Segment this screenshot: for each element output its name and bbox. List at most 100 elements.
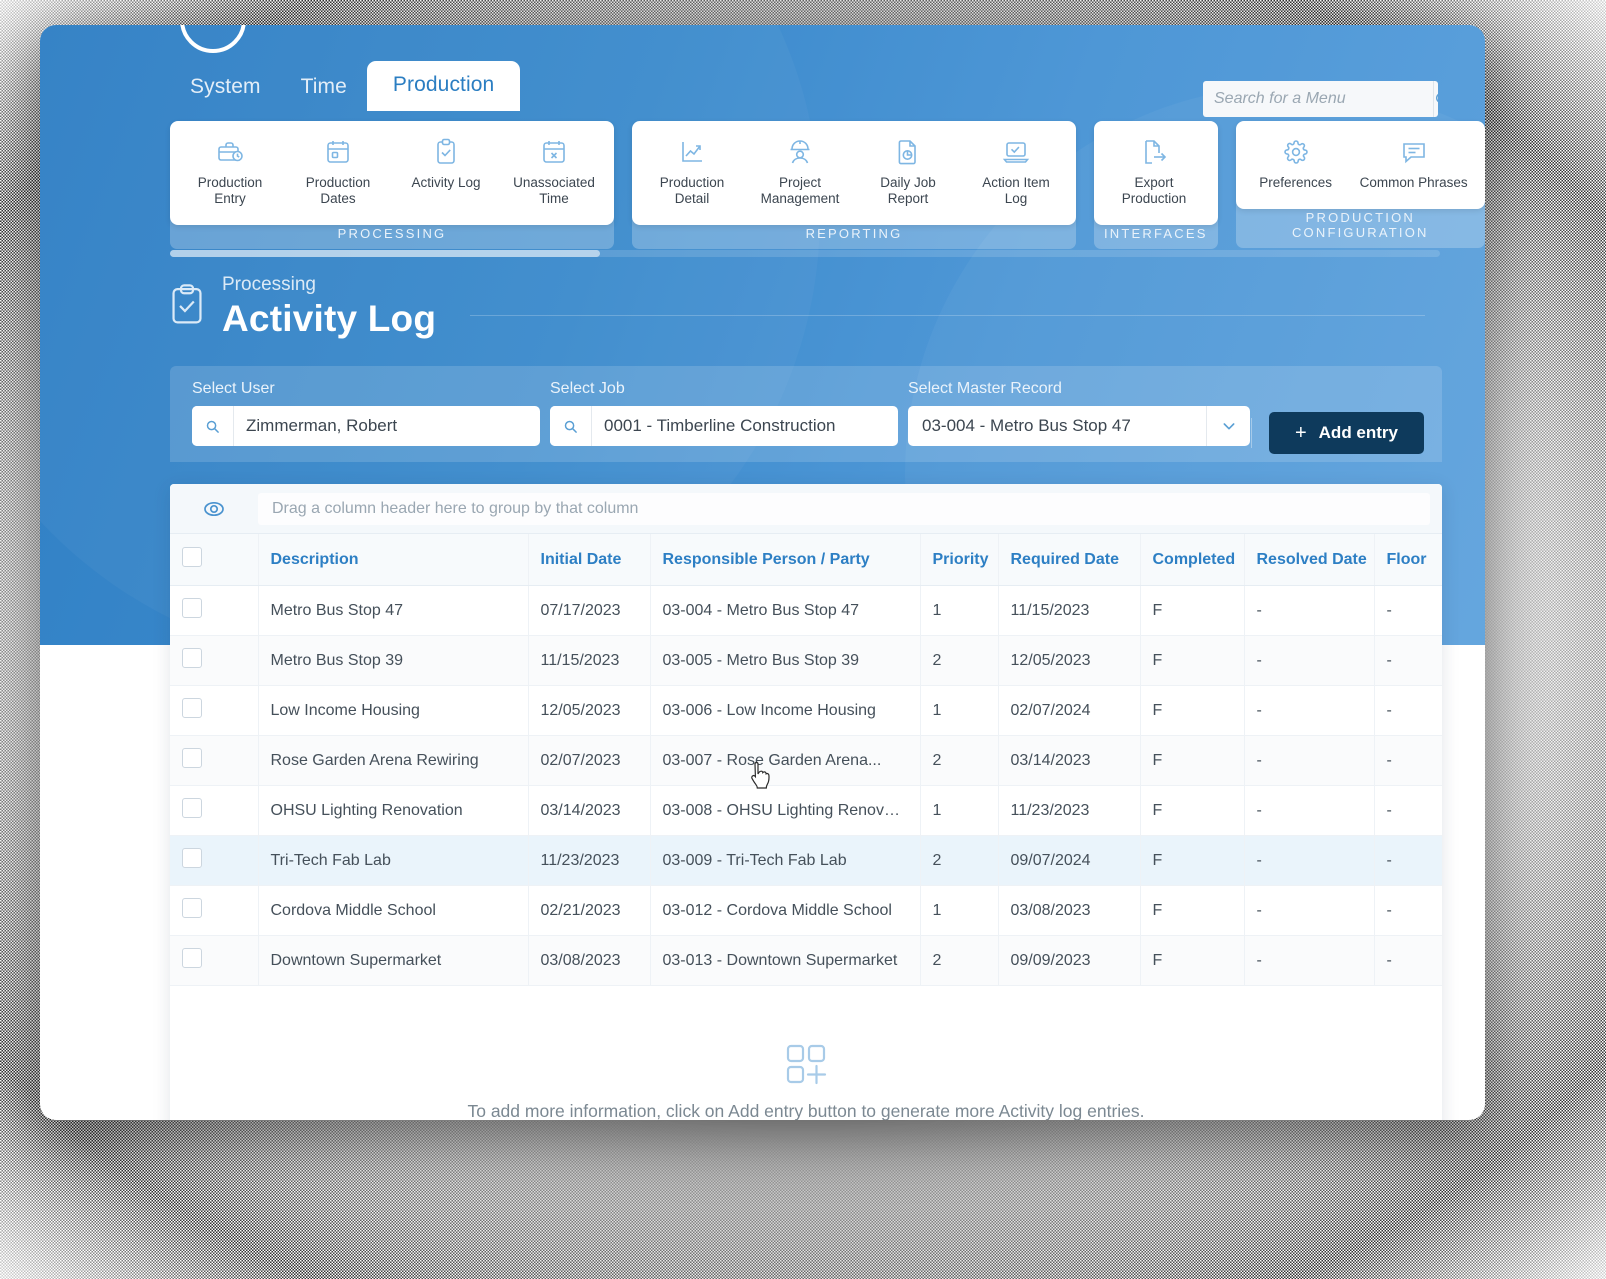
- calendar-icon: [325, 137, 351, 167]
- add-entry-button[interactable]: + Add entry: [1269, 412, 1424, 454]
- table-row[interactable]: Low Income Housing12/05/202303-006 - Low…: [170, 686, 1442, 736]
- cell-responsible: 03-004 - Metro Bus Stop 47: [650, 586, 920, 636]
- table-row[interactable]: Cordova Middle School02/21/202303-012 - …: [170, 886, 1442, 936]
- cell-completed: F: [1140, 736, 1244, 786]
- row-checkbox[interactable]: [182, 748, 202, 768]
- empty-state: To add more information, click on Add en…: [170, 1041, 1442, 1120]
- briefcase-clock-icon: [216, 137, 244, 167]
- cell-required-date: 09/07/2024: [998, 836, 1140, 886]
- table-row[interactable]: Downtown Supermarket03/08/202303-013 - D…: [170, 936, 1442, 986]
- cell-floor: -: [1374, 836, 1442, 886]
- group-by-placeholder: Drag a column header here to group by th…: [272, 500, 638, 518]
- table-row[interactable]: Tri-Tech Fab Lab11/23/202303-009 - Tri-T…: [170, 836, 1442, 886]
- search-icon[interactable]: [550, 406, 592, 446]
- tab-time[interactable]: Time: [281, 65, 367, 111]
- column-header-required-date[interactable]: Required Date: [998, 534, 1140, 586]
- cell-description: OHSU Lighting Renovation: [258, 786, 528, 836]
- cell-initial-date: 02/07/2023: [528, 736, 650, 786]
- ribbon-item-action-item-log[interactable]: Action ItemLog: [962, 133, 1070, 211]
- table-row[interactable]: Rose Garden Arena Rewiring02/07/202303-0…: [170, 736, 1442, 786]
- ribbon-group-reporting: ProductionDetail ProjectManagement Daily…: [632, 121, 1076, 249]
- ribbon-item-daily-job-report[interactable]: Daily JobReport: [854, 133, 962, 211]
- ribbon-item-label: Activity Log: [411, 175, 480, 191]
- select-master-record-input[interactable]: [908, 416, 1206, 436]
- row-checkbox[interactable]: [182, 698, 202, 718]
- ribbon-group-tag: PRODUCTION CONFIGURATION: [1236, 203, 1485, 248]
- row-select-cell: [170, 836, 258, 886]
- ribbon-item-preferences[interactable]: Preferences: [1242, 133, 1350, 195]
- search-input[interactable]: [1203, 81, 1433, 117]
- row-select-cell: [170, 686, 258, 736]
- eye-icon[interactable]: [170, 496, 258, 522]
- cell-initial-date: 11/23/2023: [528, 836, 650, 886]
- column-header-priority[interactable]: Priority: [920, 534, 998, 586]
- table-row[interactable]: Metro Bus Stop 3911/15/202303-005 - Metr…: [170, 636, 1442, 686]
- select-job-field: [550, 406, 898, 446]
- column-header-floor[interactable]: Floor: [1374, 534, 1442, 586]
- cell-floor: -: [1374, 886, 1442, 936]
- filter-select-master-record: Select Master Record: [908, 380, 1250, 446]
- chevron-down-icon[interactable]: [1206, 406, 1250, 446]
- column-header-responsible[interactable]: Responsible Person / Party: [650, 534, 920, 586]
- row-checkbox[interactable]: [182, 798, 202, 818]
- table-row[interactable]: Metro Bus Stop 4707/17/202303-004 - Metr…: [170, 586, 1442, 636]
- table-body: Metro Bus Stop 4707/17/202303-004 - Metr…: [170, 586, 1442, 986]
- ribbon-item-common-phrases[interactable]: Common Phrases: [1350, 133, 1478, 195]
- ribbon-item-production-dates[interactable]: ProductionDates: [284, 133, 392, 211]
- cell-initial-date: 03/14/2023: [528, 786, 650, 836]
- row-checkbox[interactable]: [182, 848, 202, 868]
- cell-resolved-date: -: [1244, 786, 1374, 836]
- cell-completed: F: [1140, 886, 1244, 936]
- cell-floor: -: [1374, 686, 1442, 736]
- ribbon-group-processing-card: ProductionEntry ProductionDates Activity…: [170, 121, 614, 225]
- select-all-checkbox[interactable]: [182, 547, 202, 567]
- row-checkbox[interactable]: [182, 898, 202, 918]
- cell-responsible: 03-009 - Tri-Tech Fab Lab: [650, 836, 920, 886]
- select-master-record-field: [908, 406, 1250, 446]
- row-select-cell: [170, 936, 258, 986]
- ribbon-item-label: ProductionDetail: [660, 175, 725, 207]
- ribbon-item-label: ProductionEntry: [198, 175, 263, 207]
- mouse-cursor: [747, 758, 777, 798]
- search-icon[interactable]: [192, 406, 234, 446]
- ribbon-item-production-entry[interactable]: ProductionEntry: [176, 133, 284, 211]
- main-menu-tabs: System Time Production: [170, 61, 520, 111]
- ribbon-item-activity-log[interactable]: Activity Log: [392, 133, 500, 211]
- cell-priority: 2: [920, 736, 998, 786]
- cell-completed: F: [1140, 936, 1244, 986]
- cell-responsible: 03-012 - Cordova Middle School: [650, 886, 920, 936]
- ribbon-item-label: Preferences: [1259, 175, 1332, 191]
- table-row[interactable]: OHSU Lighting Renovation03/14/202303-008…: [170, 786, 1442, 836]
- ribbon-group-reporting-card: ProductionDetail ProjectManagement Daily…: [632, 121, 1076, 225]
- row-checkbox[interactable]: [182, 648, 202, 668]
- column-header-completed[interactable]: Completed: [1140, 534, 1244, 586]
- select-user-input[interactable]: [234, 416, 540, 436]
- column-header-description[interactable]: Description: [258, 534, 528, 586]
- search-icon[interactable]: [1433, 81, 1438, 117]
- select-job-input[interactable]: [592, 416, 898, 436]
- row-checkbox[interactable]: [182, 948, 202, 968]
- ribbon-scrollbar[interactable]: [170, 250, 1440, 257]
- ribbon-group-production-configuration-card: Preferences Common Phrases: [1236, 121, 1485, 209]
- row-checkbox[interactable]: [182, 598, 202, 618]
- select-user-field: [192, 406, 540, 446]
- ribbon-item-export-production[interactable]: ExportProduction: [1100, 133, 1208, 211]
- cell-resolved-date: -: [1244, 936, 1374, 986]
- column-header-resolved-date[interactable]: Resolved Date: [1244, 534, 1374, 586]
- table-header-row: Description Initial Date Responsible Per…: [170, 534, 1442, 586]
- group-by-dropzone[interactable]: Drag a column header here to group by th…: [258, 493, 1430, 525]
- tab-system[interactable]: System: [170, 65, 281, 111]
- ribbon-group-production-configuration: Preferences Common Phrases PRODUCTION CO…: [1236, 121, 1485, 249]
- ribbon-item-unassociated-time[interactable]: UnassociatedTime: [500, 133, 608, 211]
- group-panel: Drag a column header here to group by th…: [170, 484, 1442, 534]
- cell-floor: -: [1374, 736, 1442, 786]
- empty-state-line1: To add more information, click on Add en…: [170, 1101, 1442, 1120]
- cell-description: Metro Bus Stop 47: [258, 586, 528, 636]
- ribbon-item-label: ProjectManagement: [761, 175, 840, 207]
- ribbon-item-production-detail[interactable]: ProductionDetail: [638, 133, 746, 211]
- column-header-initial-date[interactable]: Initial Date: [528, 534, 650, 586]
- ribbon-item-project-management[interactable]: ProjectManagement: [746, 133, 854, 211]
- cell-required-date: 03/14/2023: [998, 736, 1140, 786]
- tab-production[interactable]: Production: [367, 61, 520, 111]
- ribbon-scrollbar-thumb[interactable]: [170, 250, 600, 257]
